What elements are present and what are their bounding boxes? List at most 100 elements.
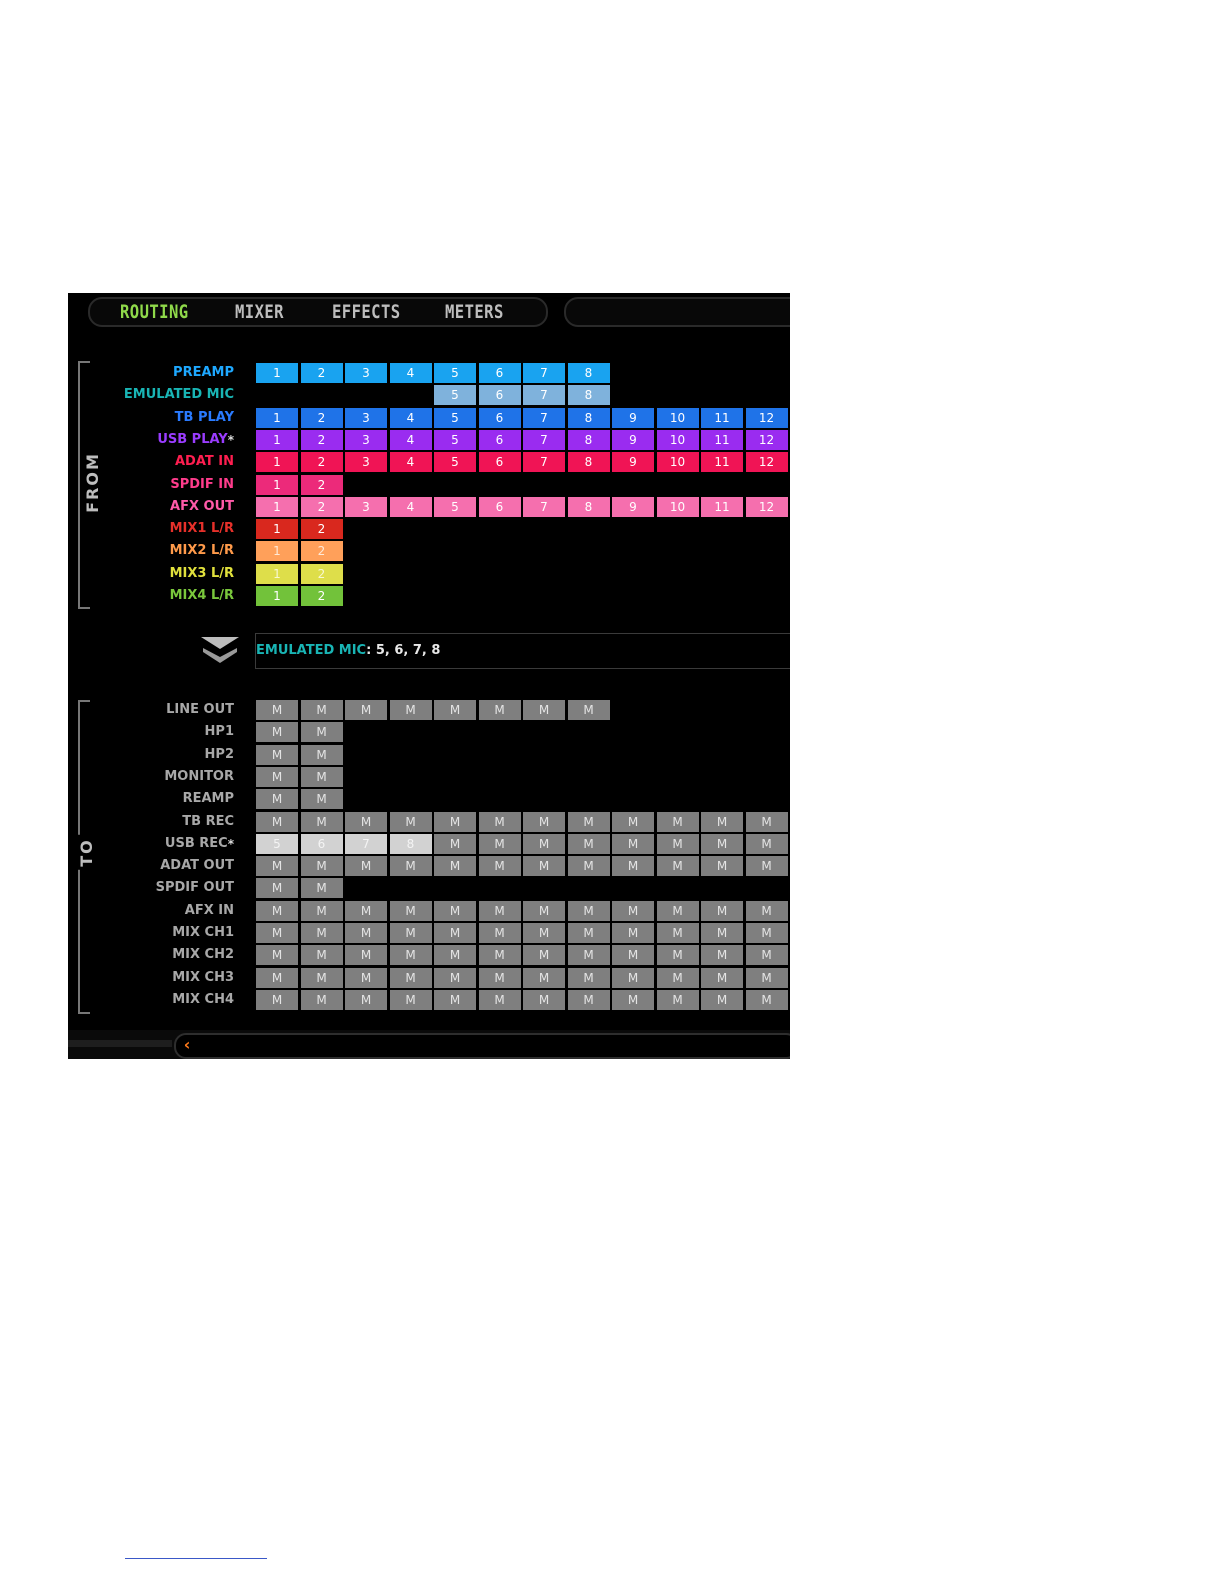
mute-cell[interactable]: M: [300, 700, 343, 720]
mute-cell[interactable]: M: [389, 923, 432, 943]
mute-cell[interactable]: M: [523, 833, 565, 854]
mute-cell[interactable]: M: [256, 700, 298, 720]
mute-cell[interactable]: M: [745, 967, 788, 988]
mute-cell[interactable]: M: [300, 766, 343, 787]
channel-cell[interactable]: 6: [478, 363, 521, 383]
channel-cell[interactable]: 8: [567, 452, 610, 473]
mute-cell[interactable]: M: [256, 923, 298, 943]
mute-cell[interactable]: M: [523, 945, 565, 966]
mute-cell[interactable]: M: [345, 967, 387, 988]
mute-cell[interactable]: M: [612, 967, 654, 988]
channel-cell[interactable]: 8: [567, 496, 610, 517]
mute-cell[interactable]: M: [389, 989, 432, 1010]
channel-cell[interactable]: 6: [478, 407, 521, 428]
mute-cell[interactable]: M: [701, 945, 743, 966]
mute-cell[interactable]: M: [656, 989, 699, 1010]
mute-cell[interactable]: M: [300, 811, 343, 832]
mute-cell[interactable]: M: [656, 923, 699, 943]
assigned-channel-cell[interactable]: 8: [389, 833, 432, 854]
channel-cell[interactable]: 1: [256, 496, 298, 517]
mute-cell[interactable]: M: [478, 700, 521, 720]
mute-cell[interactable]: M: [389, 856, 432, 877]
mute-cell[interactable]: M: [567, 700, 610, 720]
mute-cell[interactable]: M: [300, 945, 343, 966]
mute-cell[interactable]: M: [745, 811, 788, 832]
channel-cell[interactable]: 7: [523, 407, 565, 428]
channel-cell[interactable]: 4: [389, 407, 432, 428]
mute-cell[interactable]: M: [256, 878, 298, 899]
mute-cell[interactable]: M: [478, 967, 521, 988]
assigned-channel-cell[interactable]: 7: [345, 833, 387, 854]
tab-mixer[interactable]: MIXER: [235, 301, 284, 323]
channel-cell[interactable]: 1: [256, 363, 298, 383]
mute-cell[interactable]: M: [389, 700, 432, 720]
channel-cell[interactable]: 9: [612, 452, 654, 473]
mute-cell[interactable]: M: [345, 945, 387, 966]
mute-cell[interactable]: M: [345, 923, 387, 943]
channel-cell[interactable]: 12: [745, 407, 788, 428]
mute-cell[interactable]: M: [478, 811, 521, 832]
channel-cell[interactable]: 1: [256, 586, 298, 606]
mute-cell[interactable]: M: [434, 900, 476, 921]
mute-cell[interactable]: M: [256, 967, 298, 988]
mute-cell[interactable]: M: [567, 833, 610, 854]
channel-cell[interactable]: 8: [567, 429, 610, 450]
mute-cell[interactable]: M: [300, 789, 343, 810]
mute-cell[interactable]: M: [567, 967, 610, 988]
back-arrow-icon[interactable]: ‹: [178, 1036, 196, 1054]
mute-cell[interactable]: M: [434, 856, 476, 877]
channel-cell[interactable]: 3: [345, 496, 387, 517]
mute-cell[interactable]: M: [345, 700, 387, 720]
mute-cell[interactable]: M: [745, 856, 788, 877]
mute-cell[interactable]: M: [567, 923, 610, 943]
tab-meters[interactable]: METERS: [445, 301, 504, 323]
mute-cell[interactable]: M: [256, 766, 298, 787]
channel-cell[interactable]: 10: [656, 452, 699, 473]
mute-cell[interactable]: M: [256, 945, 298, 966]
mute-cell[interactable]: M: [745, 923, 788, 943]
mute-cell[interactable]: M: [434, 945, 476, 966]
mute-cell[interactable]: M: [300, 989, 343, 1010]
channel-cell[interactable]: 4: [389, 429, 432, 450]
channel-cell[interactable]: 5: [434, 496, 476, 517]
mute-cell[interactable]: M: [612, 900, 654, 921]
channel-cell[interactable]: 12: [745, 496, 788, 517]
channel-cell[interactable]: 2: [300, 496, 343, 517]
channel-cell[interactable]: 1: [256, 519, 298, 540]
mute-cell[interactable]: M: [745, 833, 788, 854]
mute-cell[interactable]: M: [434, 811, 476, 832]
mute-cell[interactable]: M: [612, 923, 654, 943]
mute-cell[interactable]: M: [478, 833, 521, 854]
channel-cell[interactable]: 5: [434, 452, 476, 473]
mute-cell[interactable]: M: [567, 856, 610, 877]
channel-cell[interactable]: 12: [745, 429, 788, 450]
channel-cell[interactable]: 8: [567, 407, 610, 428]
mute-cell[interactable]: M: [612, 856, 654, 877]
mute-cell[interactable]: M: [300, 722, 343, 743]
mute-cell[interactable]: M: [300, 878, 343, 899]
mute-cell[interactable]: M: [300, 923, 343, 943]
mute-cell[interactable]: M: [567, 945, 610, 966]
mute-cell[interactable]: M: [523, 967, 565, 988]
mute-cell[interactable]: M: [389, 967, 432, 988]
mute-cell[interactable]: M: [701, 900, 743, 921]
channel-cell[interactable]: 1: [256, 452, 298, 473]
mute-cell[interactable]: M: [656, 900, 699, 921]
assigned-channel-cell[interactable]: 6: [300, 833, 343, 854]
tab-effects[interactable]: EFFECTS: [332, 301, 401, 323]
mute-cell[interactable]: M: [745, 900, 788, 921]
channel-cell[interactable]: 3: [345, 407, 387, 428]
channel-cell[interactable]: 2: [300, 407, 343, 428]
mute-cell[interactable]: M: [523, 811, 565, 832]
mute-cell[interactable]: M: [701, 967, 743, 988]
mute-cell[interactable]: M: [612, 989, 654, 1010]
channel-cell[interactable]: 2: [300, 474, 343, 495]
channel-cell[interactable]: 7: [523, 452, 565, 473]
mute-cell[interactable]: M: [656, 811, 699, 832]
mute-cell[interactable]: M: [745, 989, 788, 1010]
mute-cell[interactable]: M: [478, 989, 521, 1010]
channel-cell[interactable]: 7: [523, 385, 565, 406]
mute-cell[interactable]: M: [701, 856, 743, 877]
channel-cell[interactable]: 3: [345, 429, 387, 450]
mute-cell[interactable]: M: [612, 945, 654, 966]
